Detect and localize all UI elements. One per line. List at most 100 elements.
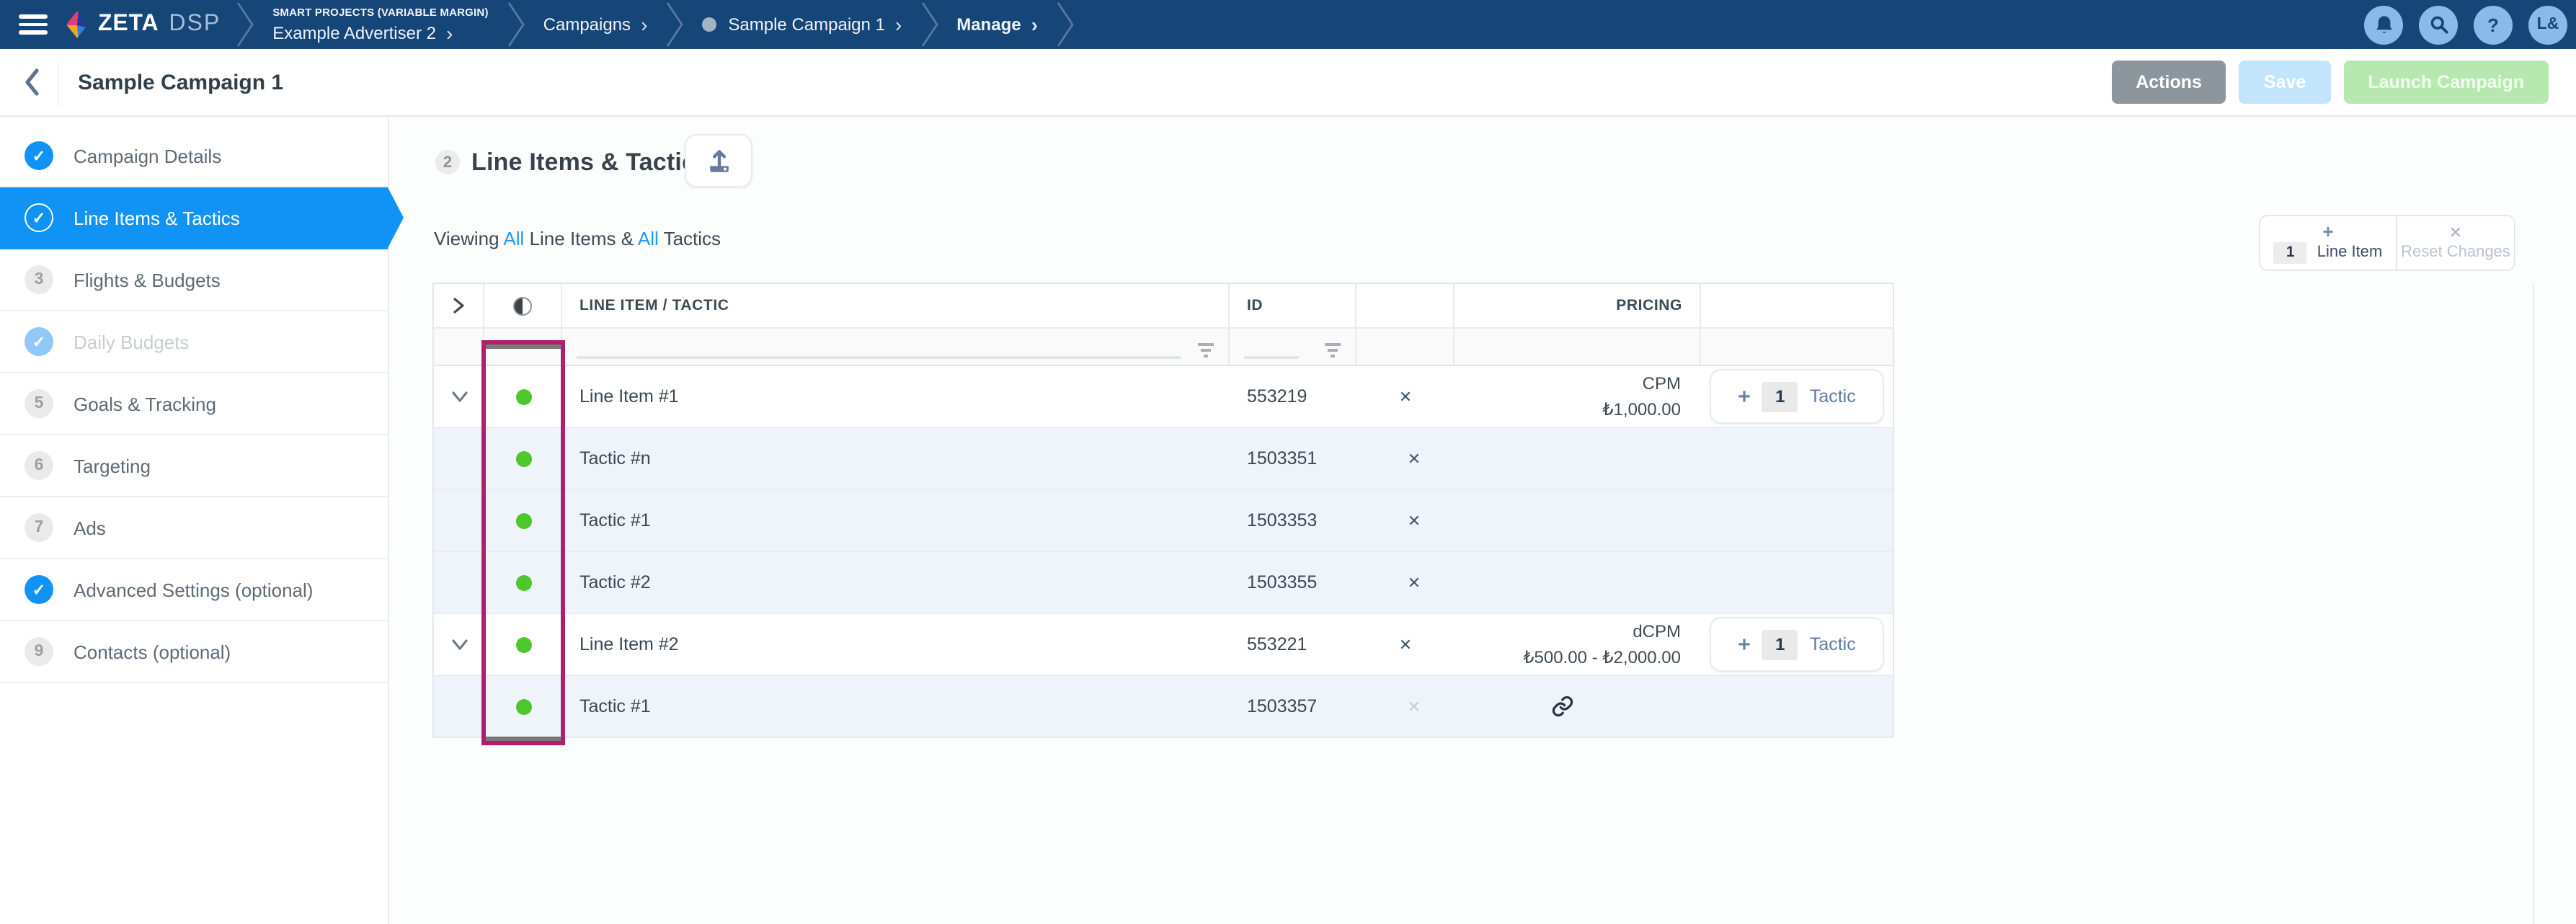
wizard-sidebar: ✓ Campaign Details ✓ Line Items & Tactic… <box>0 118 389 924</box>
tactic-label: Tactic <box>1810 386 1856 407</box>
line-item-name: Line Item #1 <box>579 386 679 407</box>
back-button[interactable] <box>22 66 42 98</box>
chevron-right-icon: › <box>895 14 902 35</box>
search-icon[interactable] <box>2419 5 2458 44</box>
id-filter-input[interactable] <box>1244 356 1299 359</box>
column-header-pricing: PRICING <box>1454 284 1701 327</box>
line-item-name: Line Item #2 <box>579 634 679 654</box>
table-row-tactic: Tactic #1 1503353 ✕ <box>434 490 1893 552</box>
sidebar-item-label: Targeting <box>74 455 151 476</box>
tactic-count-input[interactable]: 1 <box>1762 381 1798 412</box>
plus-icon[interactable]: + <box>1738 384 1751 409</box>
status-dot <box>515 574 531 590</box>
notifications-bell-icon[interactable] <box>2364 5 2403 44</box>
sidebar-item-label: Ads <box>74 517 106 538</box>
avatar[interactable]: L& <box>2528 5 2567 44</box>
tactic-name-cell[interactable]: Tactic #1 <box>562 490 1230 551</box>
line-item-label: Line Item <box>2317 244 2383 261</box>
status-dot <box>515 388 531 404</box>
manage-label: Manage <box>956 14 1021 35</box>
row-id: 1503357 <box>1247 696 1317 716</box>
chevron-down-icon[interactable] <box>449 634 469 654</box>
top-navigation-bar: ZETA DSP SMART PROJECTS (VARIABLE MARGIN… <box>0 0 2576 49</box>
sidebar-item-label: Advanced Settings (optional) <box>74 579 313 600</box>
page-title: Sample Campaign 1 <box>78 70 283 94</box>
delete-icon[interactable]: ✕ <box>1399 387 1412 406</box>
chevron-down-icon[interactable] <box>449 386 469 407</box>
sidebar-item-advanced-settings[interactable]: ✓ Advanced Settings (optional) <box>0 559 388 621</box>
delete-icon[interactable]: ✕ <box>1408 697 1421 716</box>
plus-icon[interactable]: + <box>1738 632 1751 657</box>
upload-button[interactable] <box>685 134 752 187</box>
filter-icon[interactable] <box>1198 343 1214 357</box>
sidebar-item-campaign-details[interactable]: ✓ Campaign Details <box>0 125 388 187</box>
all-tactics-link[interactable]: All <box>638 228 659 249</box>
sidebar-item-line-items-tactics[interactable]: ✓ Line Items & Tactics <box>0 187 388 249</box>
tactic-name-cell[interactable]: Tactic #2 <box>562 552 1230 613</box>
sidebar-item-flights-budgets[interactable]: 3 Flights & Budgets <box>0 249 388 311</box>
project-eyebrow: SMART PROJECTS (VARIABLE MARGIN) <box>272 6 488 19</box>
sidebar-item-targeting[interactable]: 6 Targeting <box>0 435 388 497</box>
tactic-name-cell[interactable]: Tactic #1 <box>562 676 1230 737</box>
status-dot <box>515 512 531 528</box>
status-dot <box>515 450 531 466</box>
pricing-cell[interactable]: dCPM ₺500.00 - ₺2,000.00 <box>1454 614 1701 675</box>
pricing-model: dCPM <box>1523 618 1681 644</box>
line-item-name-cell[interactable]: Line Item #1 <box>562 366 1230 427</box>
tactic-count-input[interactable]: 1 <box>1762 629 1798 659</box>
sidebar-item-ads[interactable]: 7 Ads <box>0 497 388 559</box>
reset-changes-button[interactable]: ✕ Reset Changes <box>2397 216 2514 270</box>
breadcrumb-campaigns[interactable]: Campaigns › <box>526 0 665 49</box>
viewing-mid: Line Items & <box>530 228 634 249</box>
sidebar-item-contacts[interactable]: 9 Contacts (optional) <box>0 621 388 683</box>
filter-icon[interactable] <box>1325 343 1341 357</box>
sidebar-item-label: Campaign Details <box>74 145 221 166</box>
sidebar-item-goals-tracking[interactable]: 5 Goals & Tracking <box>0 373 388 435</box>
delete-icon[interactable]: ✕ <box>1408 449 1421 468</box>
header-buttons: Actions Save Launch Campaign <box>2111 61 2549 104</box>
sidebar-item-daily-budgets[interactable]: ✓ Daily Budgets <box>0 311 388 373</box>
line-item-name-cell[interactable]: Line Item #2 <box>562 614 1230 675</box>
app-window: ZETA DSP SMART PROJECTS (VARIABLE MARGIN… <box>0 0 2576 924</box>
all-line-items-link[interactable]: All <box>503 228 524 249</box>
name-filter-input[interactable] <box>577 356 1181 359</box>
avatar-initials: L& <box>2537 16 2559 33</box>
actions-button[interactable]: Actions <box>2111 61 2226 104</box>
zeta-dsp-logo[interactable]: ZETA DSP <box>66 11 221 38</box>
table-row-line-item: Line Item #2 553221 ✕ dCPM ₺500.00 - ₺2,… <box>434 614 1893 676</box>
tactic-label: Tactic <box>1810 634 1856 654</box>
help-icon[interactable]: ? <box>2474 5 2513 44</box>
breadcrumb-manage[interactable]: Manage › <box>939 0 1055 49</box>
viewing-prefix: Viewing <box>434 228 499 249</box>
reset-changes-label: Reset Changes <box>2401 244 2510 261</box>
help-glyph: ? <box>2487 14 2499 35</box>
table-header-row: LINE ITEM / TACTIC ID PRICING <box>434 284 1893 327</box>
plus-icon[interactable]: + <box>2322 223 2333 240</box>
link-icon[interactable] <box>1551 695 1574 718</box>
zeta-diamond-icon <box>66 11 88 38</box>
hamburger-menu-icon[interactable] <box>19 14 48 35</box>
pricing-model: CPM <box>1602 370 1681 396</box>
breadcrumb-advertiser[interactable]: SMART PROJECTS (VARIABLE MARGIN) Example… <box>255 0 505 49</box>
launch-campaign-button[interactable]: Launch Campaign <box>2343 61 2549 104</box>
delete-icon[interactable]: ✕ <box>1408 511 1421 530</box>
column-header-id: ID <box>1230 284 1356 327</box>
breadcrumb-campaign[interactable]: Sample Campaign 1 › <box>685 0 919 49</box>
line-items-table: LINE ITEM / TACTIC ID PRICING <box>432 283 1894 738</box>
save-button[interactable]: Save <box>2239 61 2330 104</box>
pricing-cell[interactable]: CPM ₺1,000.00 <box>1454 366 1701 427</box>
top-nav-actions: ? L& <box>2364 5 2567 44</box>
breadcrumb-separator-icon <box>506 0 526 49</box>
table-row-line-item: Line Item #1 553219 ✕ CPM ₺1,000.00 + 1 … <box>434 366 1893 428</box>
section-title: Line Items & Tactics <box>471 148 709 177</box>
campaign-status-dot <box>702 17 716 32</box>
expand-all-chevron-icon[interactable] <box>448 296 468 316</box>
delete-icon[interactable]: ✕ <box>1399 635 1412 654</box>
viewing-suffix: Tactics <box>664 228 721 249</box>
status-column-icon[interactable] <box>513 296 532 315</box>
line-item-count-input[interactable]: 1 <box>2274 241 2307 263</box>
table-filter-row <box>434 327 1893 366</box>
delete-icon[interactable]: ✕ <box>1408 573 1421 592</box>
tactic-name-cell[interactable]: Tactic #n <box>562 428 1230 489</box>
tactic-name: Tactic #1 <box>579 696 651 716</box>
